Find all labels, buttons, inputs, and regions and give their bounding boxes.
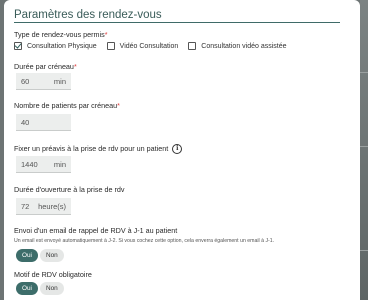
- modal-backdrop[interactable]: [360, 0, 368, 300]
- option-physical-consultation[interactable]: Consultation Physique: [14, 42, 97, 50]
- notice-unit: min: [53, 159, 66, 169]
- patients-per-slot-label: Nombre de patients par créneau*: [14, 101, 120, 110]
- reminder-no-button[interactable]: Non: [39, 249, 64, 262]
- required-mark: *: [104, 30, 108, 39]
- patients-per-slot-label-text: Nombre de patients par créneau: [14, 101, 118, 110]
- patients-per-slot-input[interactable]: 40: [16, 114, 71, 131]
- modal-title: Paramètres des rendez-vous: [14, 9, 162, 21]
- checkbox-unchecked-icon[interactable]: [188, 42, 197, 50]
- slot-duration-unit: min: [53, 76, 66, 86]
- slot-duration-input[interactable]: 60 min: [16, 73, 71, 90]
- notice-label-text: Fixer un préavis à la prise de rdv pour …: [14, 144, 169, 153]
- required-mark: *: [117, 101, 120, 110]
- reminder-email-label: Envoi d'un email de rappel de RDV à J-1 …: [14, 226, 178, 235]
- slot-duration-value: 60: [21, 76, 30, 86]
- reminder-email-toggle: Oui Non: [16, 249, 66, 262]
- appointment-type-options: Consultation Physique Vidéo Consultation…: [14, 42, 297, 50]
- backdrop-row-divider: [360, 146, 368, 147]
- mandatory-reason-toggle: Oui Non: [16, 282, 66, 295]
- slot-duration-label-text: Durée par créneau: [14, 62, 74, 71]
- checkbox-unchecked-icon[interactable]: [106, 42, 115, 50]
- checkbox-checked-icon[interactable]: [14, 42, 22, 50]
- reminder-email-hint: Un email est envoyé automatiquement à J-…: [14, 238, 275, 244]
- notice-label: Fixer un préavis à la prise de rdv pour …: [14, 144, 183, 155]
- option-label: Vidéo Consultation: [119, 42, 179, 50]
- mandatory-yes-button[interactable]: Oui: [16, 282, 38, 295]
- patients-per-slot-value: 40: [21, 117, 30, 127]
- info-icon[interactable]: i: [172, 144, 183, 155]
- option-assisted-video-consultation[interactable]: Consultation vidéo assistée: [188, 42, 287, 50]
- opening-duration-unit: heure(s): [38, 201, 66, 211]
- slot-duration-label: Durée par créneau*: [14, 62, 77, 71]
- opening-duration-input[interactable]: 72 heure(s): [16, 198, 71, 215]
- reminder-yes-button[interactable]: Oui: [16, 249, 38, 262]
- title-divider: [14, 22, 340, 23]
- option-label: Consultation Physique: [27, 42, 97, 50]
- mandatory-no-button[interactable]: Non: [39, 282, 64, 295]
- appointment-types-label-text: Type de rendez-vous permis: [14, 30, 105, 39]
- notice-input[interactable]: 1440 min: [16, 156, 71, 173]
- opening-duration-value: 72: [21, 201, 30, 211]
- backdrop-row-divider: [360, 72, 368, 73]
- required-mark: *: [73, 62, 77, 71]
- appointment-settings-modal: Paramètres des rendez-vous Type de rende…: [4, 0, 360, 300]
- backdrop-row-divider: [360, 250, 368, 251]
- notice-value: 1440: [21, 159, 38, 169]
- opening-duration-label: Durée d'ouverture à la prise de rdv: [14, 185, 125, 194]
- mandatory-reason-label: Motif de RDV obligatoire: [14, 270, 92, 279]
- option-video-consultation[interactable]: Vidéo Consultation: [106, 42, 179, 50]
- option-label: Consultation vidéo assistée: [201, 42, 287, 50]
- appointment-types-label: Type de rendez-vous permis*: [14, 30, 108, 39]
